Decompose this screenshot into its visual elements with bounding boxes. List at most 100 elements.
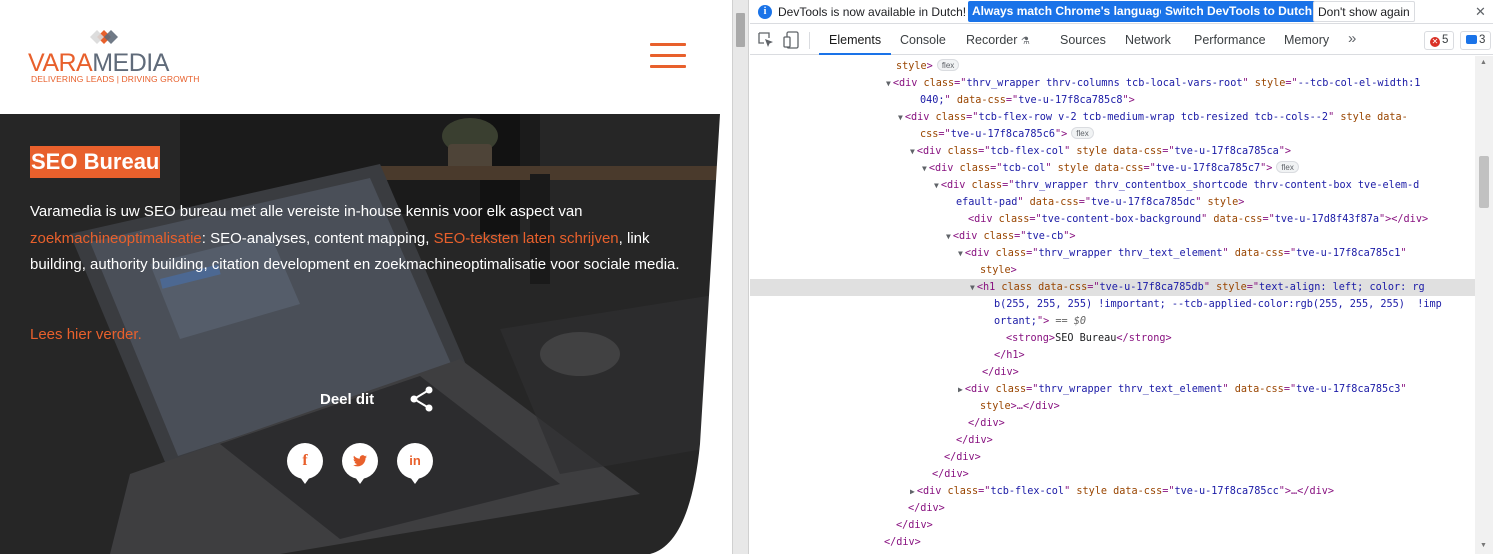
- dom-token: ": [1045, 163, 1058, 174]
- dom-node-line[interactable]: ▶ <div class="thrv_wrapper thrv_text_elem…: [750, 381, 1475, 398]
- device-toolbar-icon[interactable]: [783, 31, 799, 49]
- dom-token: style: [980, 265, 1011, 276]
- dom-node-line[interactable]: ortant;"> == $0: [750, 313, 1475, 330]
- dom-token: <div: [964, 384, 996, 395]
- hero-section: SEO Bureau Varamedia is uw SEO bureau me…: [0, 114, 732, 554]
- tab-console[interactable]: Console: [900, 25, 946, 55]
- dom-node-line[interactable]: css="tve-u-17f8ca785c6"> flex: [750, 126, 1475, 143]
- dom-token: tve-u-17f8ca785c8: [1018, 95, 1123, 106]
- dom-node-line[interactable]: ▼ <div class="tcb-flex-col" style data-cs…: [750, 143, 1475, 160]
- dom-token: </div>: [896, 520, 933, 531]
- dom-node-line[interactable]: style> flex: [750, 58, 1475, 75]
- error-count-badge[interactable]: ✕ 5: [1424, 31, 1455, 50]
- expand-arrow-closed-icon[interactable]: ▶: [958, 385, 963, 394]
- tab-memory[interactable]: Memory: [1284, 25, 1329, 55]
- dom-node-line[interactable]: </div>: [750, 432, 1475, 449]
- dom-token: =": [1262, 214, 1275, 225]
- facebook-share-button[interactable]: f: [287, 443, 323, 484]
- dom-node-line[interactable]: ▼ <div class="tcb-flex-row v-2 tcb-medium…: [750, 109, 1475, 126]
- dom-token: efault-pad: [956, 197, 1018, 208]
- dom-node-line[interactable]: </div>: [750, 534, 1475, 551]
- dom-tree-scrollbar[interactable]: ▲ ▼: [1475, 56, 1493, 554]
- dom-node-line[interactable]: 040;" data-css="tve-u-17f8ca785c8">: [750, 92, 1475, 109]
- dom-tree: ••• style>flex▼<div class="thrv_wrapper …: [750, 56, 1475, 554]
- dom-node-line[interactable]: <div class="tve-content-box-background" …: [750, 211, 1475, 228]
- tab-sources[interactable]: Sources: [1060, 25, 1106, 55]
- expand-arrow-open-icon[interactable]: ▼: [970, 283, 975, 292]
- dom-token: ">: [1122, 95, 1135, 106]
- flex-badge[interactable]: flex: [1276, 161, 1299, 173]
- dom-token: ">: [1054, 129, 1068, 140]
- dom-node-line[interactable]: </div>: [750, 466, 1475, 483]
- dom-tree-scrollbar-thumb[interactable]: [1479, 156, 1489, 208]
- link-seo-teksten[interactable]: SEO-teksten laten schrijven: [434, 230, 619, 247]
- varamedia-logo[interactable]: VARAMEDIA DELIVERING LEADS | DRIVING GRO…: [28, 25, 199, 87]
- tab-performance[interactable]: Performance: [1194, 25, 1266, 55]
- dont-show-again-button[interactable]: Don't show again: [1313, 1, 1415, 22]
- logo-word-vara: VARA: [28, 49, 93, 77]
- message-count-badge[interactable]: 3: [1460, 31, 1492, 50]
- expand-arrow-open-icon[interactable]: ▼: [934, 181, 939, 190]
- dom-token: <div: [928, 163, 960, 174]
- more-tabs-icon[interactable]: »: [1348, 25, 1356, 55]
- tab-network[interactable]: Network: [1125, 25, 1171, 55]
- dom-token: ": [1222, 384, 1235, 395]
- dom-node-line[interactable]: style>…</div>: [750, 398, 1475, 415]
- page-scrollbar[interactable]: [732, 0, 749, 554]
- dom-node-line[interactable]: ▼ <div class="tve-cb">: [750, 228, 1475, 245]
- inspect-element-icon[interactable]: [758, 32, 774, 48]
- dom-node-line[interactable]: </div>: [750, 449, 1475, 466]
- expand-arrow-open-icon[interactable]: ▼: [910, 147, 915, 156]
- dom-token: <div: [940, 180, 972, 191]
- expand-arrow-open-icon[interactable]: ▼: [886, 79, 891, 88]
- scroll-up-icon[interactable]: ▲: [1480, 59, 1487, 66]
- dom-node-line[interactable]: </div>: [750, 415, 1475, 432]
- dom-node-line[interactable]: ▼ <div class="thrv_wrapper thrv_contentbo…: [750, 177, 1475, 194]
- read-more-link[interactable]: Lees hier verder.: [30, 326, 142, 343]
- dom-node-line[interactable]: </h1>: [750, 347, 1475, 364]
- dom-node-line[interactable]: <strong>SEO Bureau</strong>: [750, 330, 1475, 347]
- hamburger-menu-icon[interactable]: [650, 43, 686, 68]
- dom-token: =": [966, 112, 979, 123]
- logo-tagline: DELIVERING LEADS | DRIVING GROWTH: [31, 74, 200, 84]
- dom-node-line[interactable]: ▼ <div class="thrv_wrapper thrv-columns t…: [750, 75, 1475, 92]
- dom-node-line[interactable]: style>: [750, 262, 1475, 279]
- expand-arrow-open-icon[interactable]: ▼: [898, 113, 903, 122]
- close-infobar-icon[interactable]: ✕: [1475, 4, 1486, 20]
- switch-to-dutch-button[interactable]: Switch DevTools to Dutch: [1161, 1, 1317, 22]
- link-zoekmachineoptimalisatie[interactable]: zoekmachineoptimalisatie: [30, 230, 202, 247]
- twitter-share-button[interactable]: [342, 443, 378, 484]
- expand-arrow-open-icon[interactable]: ▼: [922, 164, 927, 173]
- flex-badge[interactable]: flex: [936, 59, 960, 71]
- expand-arrow-open-icon[interactable]: ▼: [946, 232, 951, 241]
- expand-arrow-closed-icon[interactable]: ▶: [910, 487, 915, 496]
- expand-arrow-open-icon[interactable]: ▼: [958, 249, 963, 258]
- dom-node-line[interactable]: ▶ <div class="tcb-flex-col" style data-cs…: [750, 483, 1475, 500]
- hero-description: Varamedia is uw SEO bureau met alle vere…: [30, 199, 680, 279]
- always-match-language-button[interactable]: Always match Chrome's language: [968, 1, 1171, 22]
- dom-node-line[interactable]: ▼ <div class="thrv_wrapper thrv_text_elem…: [750, 245, 1475, 262]
- share-icon[interactable]: [408, 385, 436, 413]
- dom-token: >…</div>: [1010, 401, 1060, 412]
- logo-word-media: MEDIA: [92, 49, 169, 77]
- scroll-down-icon[interactable]: ▼: [1480, 542, 1487, 549]
- dom-token: thrv_wrapper thrv_contentbox_shortcode t…: [1014, 180, 1420, 191]
- flex-badge[interactable]: flex: [1071, 127, 1094, 139]
- dom-token: =": [1246, 282, 1260, 293]
- dom-node-selected[interactable]: ▼ <h1 class data-css="tve-u-17f8ca785db" …: [750, 279, 1475, 296]
- dom-node-line[interactable]: </div>: [750, 500, 1475, 517]
- dom-token: ": [1201, 214, 1214, 225]
- page-scrollbar-thumb[interactable]: [736, 13, 745, 47]
- flask-icon: ⚗: [1020, 36, 1030, 47]
- dom-token: style data-css: [1076, 486, 1163, 497]
- tab-recorder[interactable]: Recorder ⚗: [966, 25, 1030, 55]
- tab-elements[interactable]: Elements: [819, 25, 892, 55]
- dom-node-line[interactable]: efault-pad" data-css="tve-u-17f8ca785dc"…: [750, 194, 1475, 211]
- linkedin-share-button[interactable]: in: [397, 443, 433, 484]
- dom-node-line[interactable]: </div>: [750, 517, 1475, 534]
- dom-node-line[interactable]: b(255, 255, 255) !important; --tcb-appli…: [750, 296, 1475, 313]
- language-infobar: i DevTools is now available in Dutch! Al…: [750, 0, 1493, 24]
- dom-node-line[interactable]: </div>: [750, 364, 1475, 381]
- dom-node-line[interactable]: ▼ <div class="tcb-col" style data-css="tv…: [750, 160, 1475, 177]
- dom-token: b(255, 255, 255) !important; --tcb-appli…: [994, 299, 1442, 310]
